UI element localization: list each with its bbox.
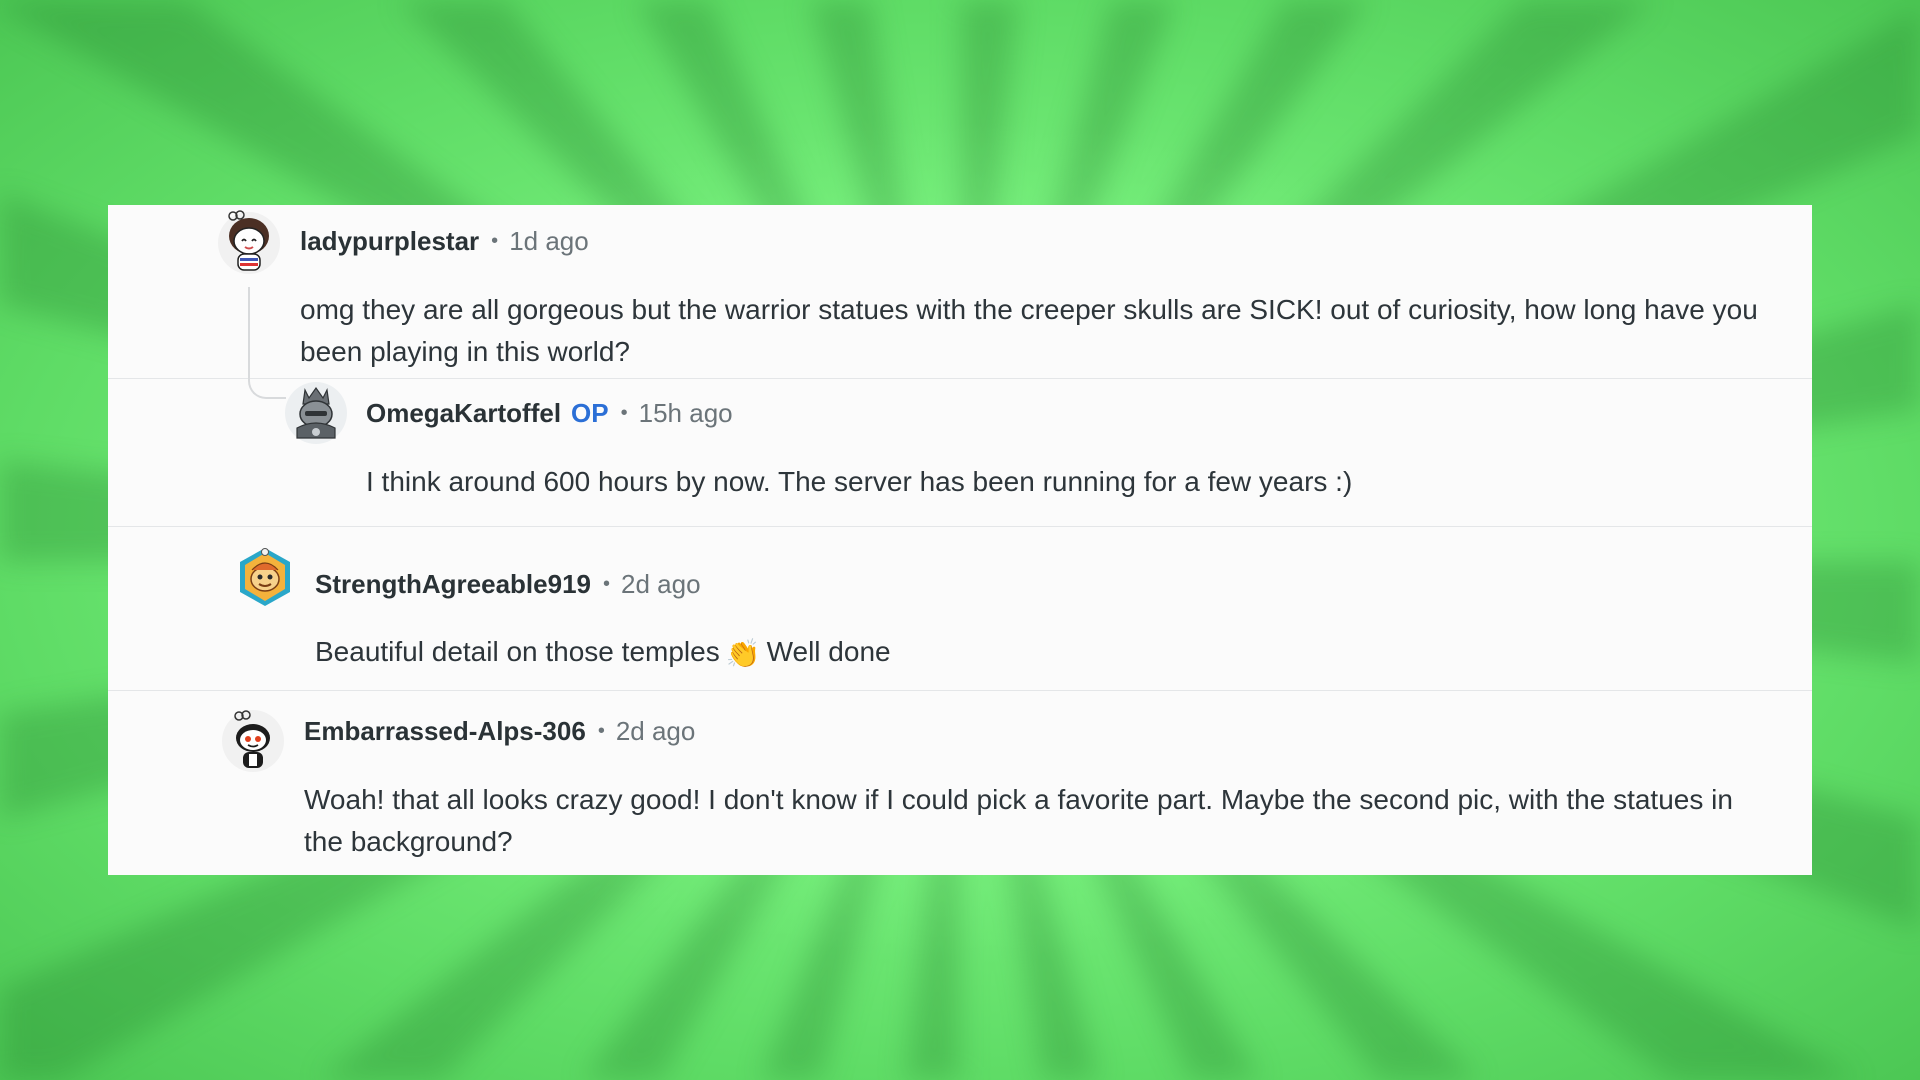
op-badge: OP (571, 397, 609, 428)
comments-panel: ladypurplestar • 1d ago omg they are all… (108, 205, 1812, 875)
comment-omegakartoffel: OmegaKartoffel OP • 15h ago I think arou… (108, 379, 1812, 527)
username[interactable]: StrengthAgreeable919 (315, 569, 591, 600)
avatar[interactable] (216, 210, 282, 276)
comment-body: Woah! that all looks crazy good! I don't… (304, 784, 1733, 857)
username[interactable]: OmegaKartoffel (366, 398, 561, 429)
snoo-avatar-default-icon (222, 710, 284, 772)
snoo-avatar-girl-icon (218, 210, 280, 274)
comment-ladypurplestar: ladypurplestar • 1d ago omg they are all… (108, 205, 1812, 379)
separator-dot: • (491, 229, 499, 252)
separator-dot: • (620, 401, 628, 424)
snoo-avatar-armored-icon (285, 382, 347, 444)
separator-dot: • (597, 719, 605, 742)
timestamp[interactable]: 15h ago (639, 398, 733, 429)
avatar[interactable] (220, 708, 286, 774)
comment-body: omg they are all gorgeous but the warrio… (300, 294, 1758, 367)
comment-embarrassed-alps-306: Embarrassed-Alps-306 • 2d ago Woah! that… (108, 691, 1812, 875)
reply-thread-line[interactable] (248, 287, 286, 399)
avatar[interactable] (232, 544, 298, 610)
snoo-avatar-hexagon-icon (240, 548, 290, 606)
separator-dot: • (602, 572, 610, 595)
timestamp[interactable]: 1d ago (509, 226, 589, 257)
comment-strengthagreeable919: StrengthAgreeable919 • 2d ago Beautiful … (108, 527, 1812, 691)
comment-meta: OmegaKartoffel OP • 15h ago (366, 396, 733, 430)
comment-meta: Embarrassed-Alps-306 • 2d ago (304, 714, 695, 748)
timestamp[interactable]: 2d ago (616, 716, 696, 747)
comment-body: Beautiful detail on those temples 👏 Well d… (315, 631, 1765, 675)
comment-meta: StrengthAgreeable919 • 2d ago (315, 567, 701, 601)
comment-meta: ladypurplestar • 1d ago (300, 224, 589, 258)
username[interactable]: ladypurplestar (300, 226, 479, 257)
comment-text-after: Well done (766, 636, 891, 667)
timestamp[interactable]: 2d ago (621, 569, 701, 600)
username[interactable]: Embarrassed-Alps-306 (304, 716, 586, 747)
comment-text-before: Beautiful detail on those temples (315, 636, 720, 667)
clapping-hands-emoji-icon: 👏 (725, 637, 761, 669)
avatar[interactable] (283, 380, 349, 446)
comment-body: I think around 600 hours by now. The ser… (366, 466, 1353, 497)
